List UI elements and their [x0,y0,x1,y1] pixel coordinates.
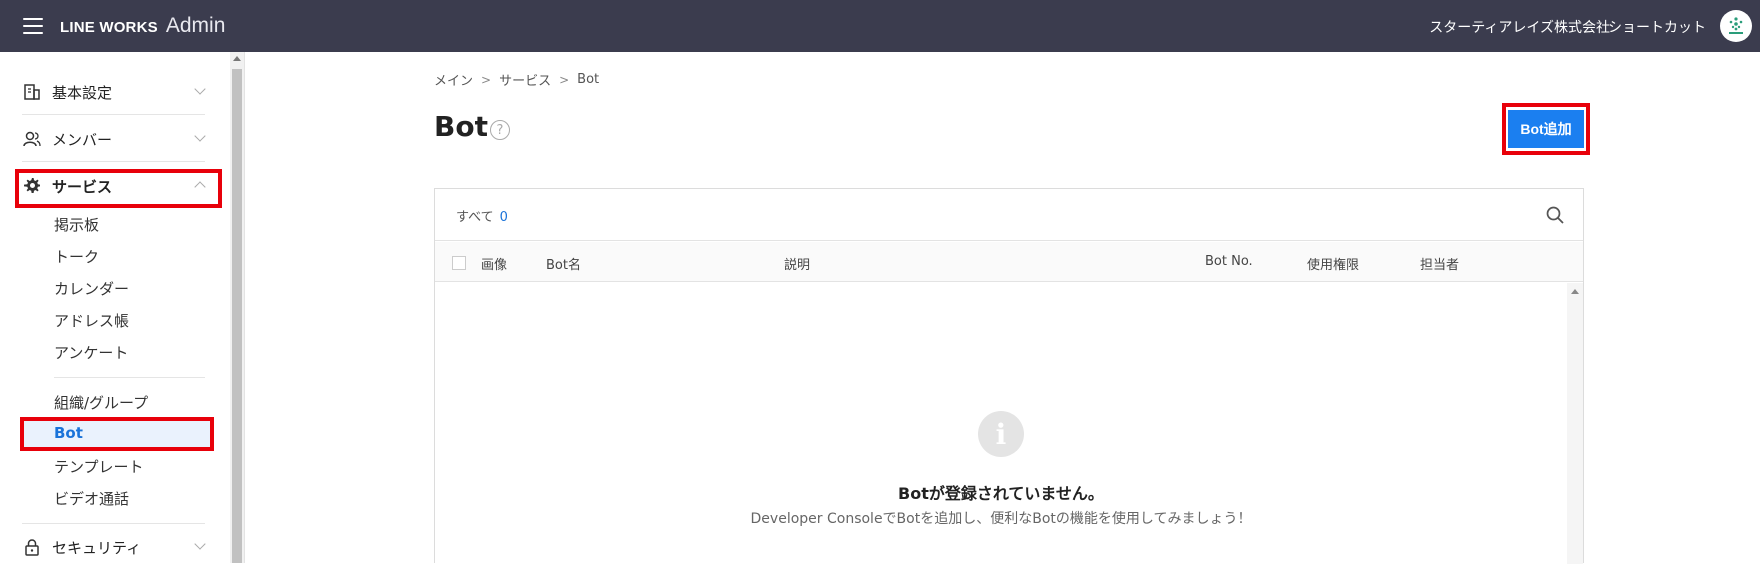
scroll-up-arrow-icon[interactable] [233,56,241,61]
sidebar-item-board[interactable]: 掲示板 [54,214,99,235]
sidebar-scrollbar[interactable] [230,52,244,563]
list-toolbar: すべて 0 [435,189,1583,241]
member-icon [22,129,42,149]
highlight-service [15,169,222,208]
breadcrumb-main[interactable]: メイン [434,70,473,89]
all-count: 0 [499,210,508,225]
info-icon: i [978,411,1024,457]
column-bot-no: Bot No. [1205,254,1253,269]
sidebar-border [244,52,245,563]
breadcrumb-current: Bot [577,72,600,87]
sidebar-item-address-book[interactable]: アドレス帳 [54,310,129,331]
help-icon[interactable]: ? [490,120,510,140]
company-logo-icon [1729,17,1743,34]
shortcut-link[interactable]: ショートカット [1608,17,1706,37]
brand-line-works: LINE WORKS [60,19,158,36]
company-name[interactable]: スターティアレイズ株式会社 [1429,17,1610,37]
sidebar-group-basic-settings[interactable]: 基本設定 [22,78,206,106]
scroll-thumb[interactable] [232,69,242,563]
chevron-down-icon [194,130,206,142]
sidebar-item-template[interactable]: テンプレート [54,456,144,477]
sidebar-item-calendar[interactable]: カレンダー [54,278,129,299]
page-title: Bot [434,110,488,143]
breadcrumb-service[interactable]: サービス [499,70,551,89]
breadcrumb-separator-icon: > [481,72,492,87]
lock-icon [22,537,42,557]
sidebar-group-label: セキュリティ [52,538,142,557]
breadcrumb-separator-icon: > [559,72,570,87]
chevron-down-icon [194,83,206,95]
all-filter[interactable]: すべて 0 [456,206,508,225]
scroll-up-arrow-icon[interactable] [1571,289,1579,294]
hamburger-menu-icon[interactable] [23,18,43,34]
list-scrollbar[interactable] [1567,283,1583,564]
sidebar-divider [54,377,205,378]
avatar[interactable] [1720,10,1752,42]
sidebar-group-members[interactable]: メンバー [22,125,206,153]
top-header: LINE WORKS Admin スターティアレイズ株式会社 ショートカット [0,0,1760,52]
brand-logo[interactable]: LINE WORKS Admin [60,14,225,38]
sidebar-divider [22,114,205,115]
sidebar-group-label: メンバー [52,130,113,149]
highlight-bot [20,417,214,451]
sidebar-item-talk[interactable]: トーク [54,246,99,267]
select-all-checkbox[interactable] [452,256,466,270]
column-image: 画像 [481,258,508,273]
highlight-add-bot [1502,103,1590,155]
table-header: 画像 Bot名 説明 Bot No. 使用権限 担当者 [435,242,1583,282]
sidebar-item-org-group[interactable]: 組織/グループ [54,392,148,413]
bot-list-panel: すべて 0 画像 Bot名 説明 Bot No. 使用権限 担当者 [434,188,1584,564]
sidebar-group-security[interactable]: セキュリティ [22,533,206,561]
sidebar-divider [22,161,205,162]
empty-state-title: Botが登録されていません。 [898,484,1104,503]
column-manager: 担当者 [1420,258,1460,273]
column-bot-name: Bot名 [546,258,581,273]
empty-state-description: Developer ConsoleでBotを追加し、便利なBotの機能を使用して… [750,511,1252,527]
building-icon [22,82,42,102]
all-label: すべて [456,210,494,225]
column-permission: 使用権限 [1307,258,1360,273]
sidebar-divider [22,523,205,524]
sidebar-item-video-call[interactable]: ビデオ通話 [54,488,129,509]
sidebar-group-label: 基本設定 [52,83,113,102]
column-description: 説明 [784,258,811,273]
search-icon[interactable] [1545,205,1565,225]
breadcrumb: メイン > サービス > Bot [434,70,599,89]
chevron-down-icon [194,538,206,550]
brand-admin: Admin [165,14,226,37]
sidebar-item-survey[interactable]: アンケート [54,342,128,363]
